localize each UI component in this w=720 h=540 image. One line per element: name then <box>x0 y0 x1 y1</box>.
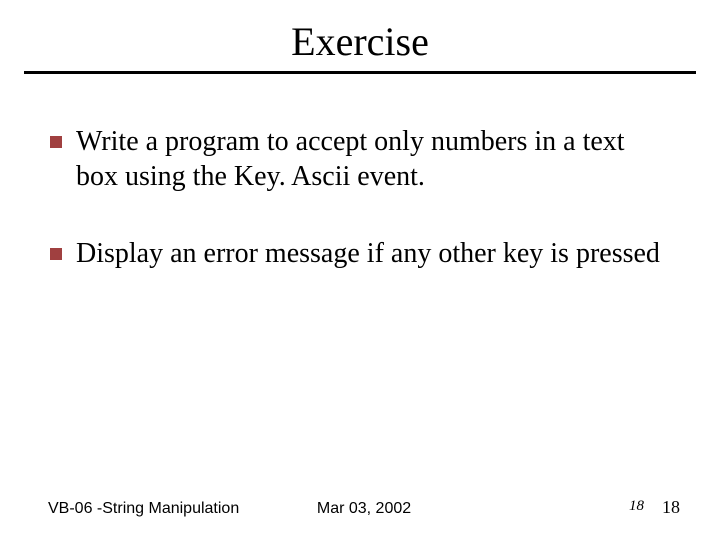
footer-page: 18 18 <box>469 497 680 518</box>
page-number-overlay: 18 <box>629 498 644 515</box>
slide: Exercise Write a program to accept only … <box>0 0 720 540</box>
bullet-item: Display an error message if any other ke… <box>50 236 670 271</box>
square-bullet-icon <box>50 136 62 148</box>
bullet-item: Write a program to accept only numbers i… <box>50 124 670 194</box>
footer-date: Mar 03, 2002 <box>259 500 470 518</box>
slide-content: Write a program to accept only numbers i… <box>0 74 720 271</box>
bullet-text: Display an error message if any other ke… <box>76 236 670 271</box>
footer-left: VB-06 -String Manipulation <box>48 500 259 518</box>
square-bullet-icon <box>50 248 62 260</box>
page-number: 18 <box>662 497 680 518</box>
slide-footer: VB-06 -String Manipulation Mar 03, 2002 … <box>0 497 720 518</box>
bullet-text: Write a program to accept only numbers i… <box>76 124 670 194</box>
slide-title: Exercise <box>0 0 720 71</box>
